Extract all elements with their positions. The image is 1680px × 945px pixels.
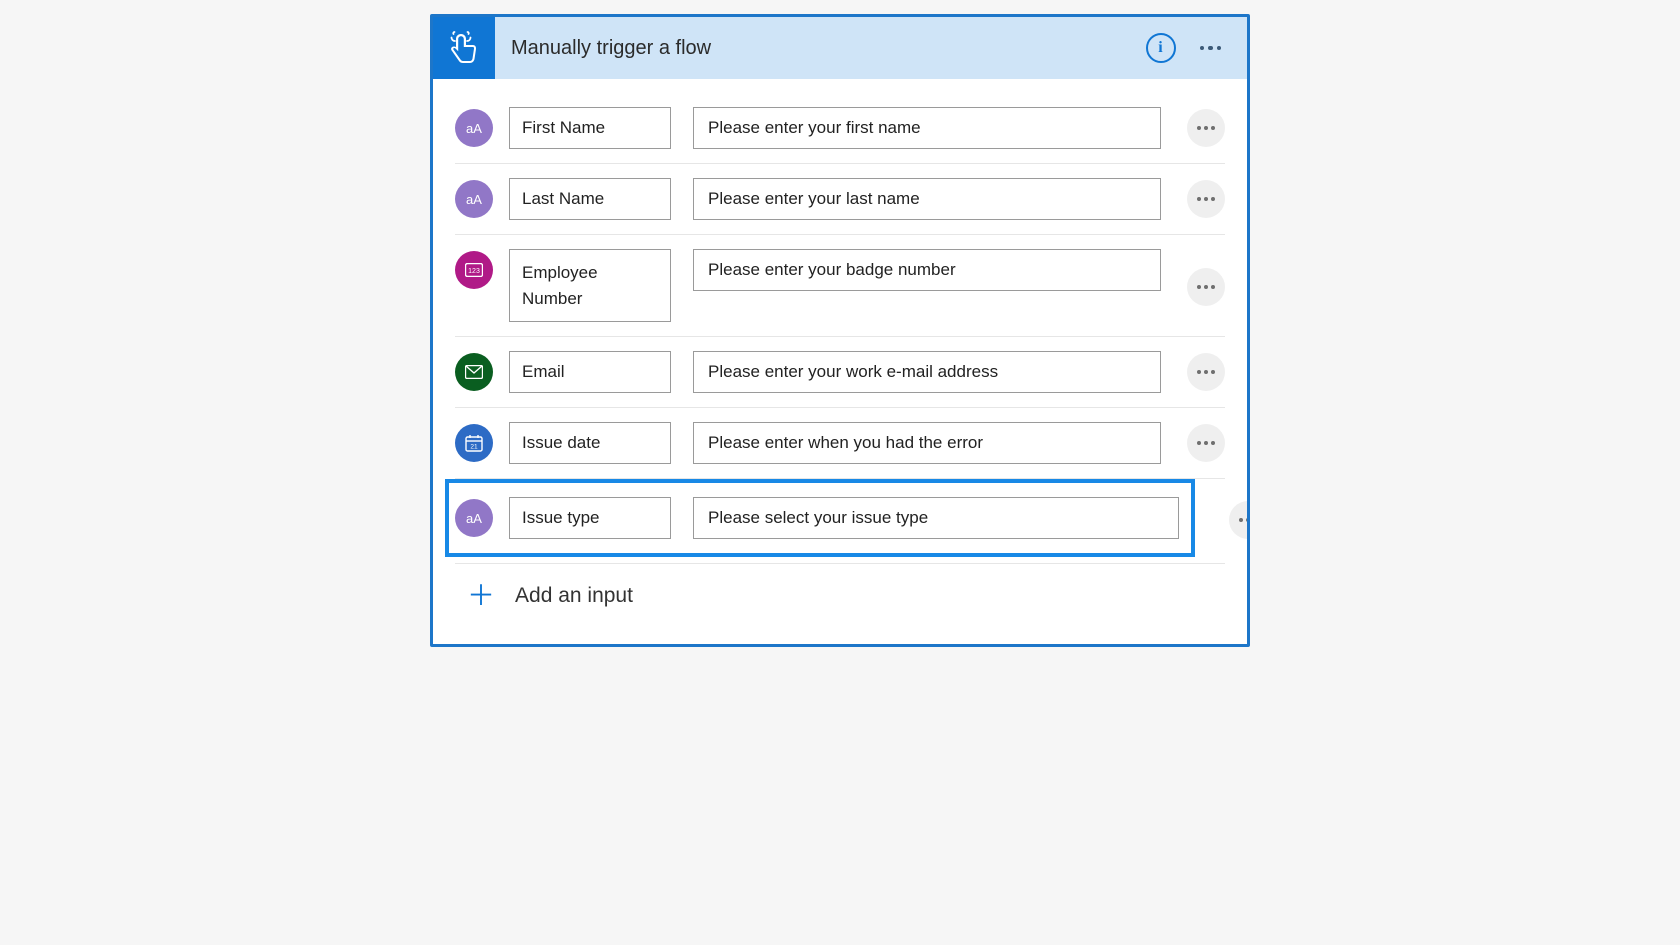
card-body: аА аА 123 (433, 79, 1247, 644)
input-name-field[interactable] (509, 422, 671, 464)
row-more-button[interactable] (1187, 109, 1225, 147)
trigger-card: Manually trigger a flow i аА аА 123 (430, 14, 1250, 647)
row-more-button[interactable] (1187, 424, 1225, 462)
svg-text:123: 123 (468, 268, 480, 275)
text-type-icon: аА (455, 180, 493, 218)
input-placeholder-field[interactable] (693, 107, 1161, 149)
input-name-field[interactable] (509, 107, 671, 149)
trigger-icon (433, 17, 495, 79)
info-button[interactable]: i (1146, 33, 1176, 63)
input-placeholder-field[interactable] (693, 178, 1161, 220)
input-name-field[interactable] (509, 497, 671, 539)
row-more-button[interactable] (1187, 180, 1225, 218)
svg-text:21: 21 (470, 444, 478, 451)
plus-icon: ＋ (467, 582, 495, 610)
input-placeholder-field[interactable] (693, 351, 1161, 393)
input-placeholder-field[interactable] (693, 249, 1161, 291)
card-header: Manually trigger a flow i (433, 17, 1247, 79)
date-type-icon: 21 (455, 424, 493, 462)
input-name-field[interactable] (509, 351, 671, 393)
email-type-icon (455, 353, 493, 391)
input-row-employee-number: 123 (455, 235, 1225, 337)
input-name-field[interactable] (509, 249, 671, 322)
header-title: Manually trigger a flow (495, 37, 1146, 60)
row-more-button[interactable] (1229, 501, 1250, 539)
add-input-button[interactable]: ＋ Add an input (455, 563, 1225, 626)
input-row-first-name: аА (455, 93, 1225, 164)
info-icon: i (1158, 39, 1162, 57)
touch-icon (449, 31, 479, 65)
input-name-field[interactable] (509, 178, 671, 220)
input-row-email (455, 337, 1225, 408)
input-row-issue-date: 21 (455, 408, 1225, 479)
number-type-icon: 123 (455, 251, 493, 289)
input-placeholder-field[interactable] (693, 422, 1161, 464)
input-row-last-name: аА (455, 164, 1225, 235)
text-type-icon: аА (455, 499, 493, 537)
row-more-button[interactable] (1187, 353, 1225, 391)
input-row-issue-type-highlighted: аА (455, 479, 1225, 557)
input-placeholder-field[interactable] (693, 497, 1179, 539)
row-more-button[interactable] (1187, 268, 1225, 306)
header-more-button[interactable] (1194, 40, 1228, 57)
input-row-issue-type: аА (445, 479, 1195, 557)
add-input-label: Add an input (515, 584, 633, 608)
text-type-icon: аА (455, 109, 493, 147)
